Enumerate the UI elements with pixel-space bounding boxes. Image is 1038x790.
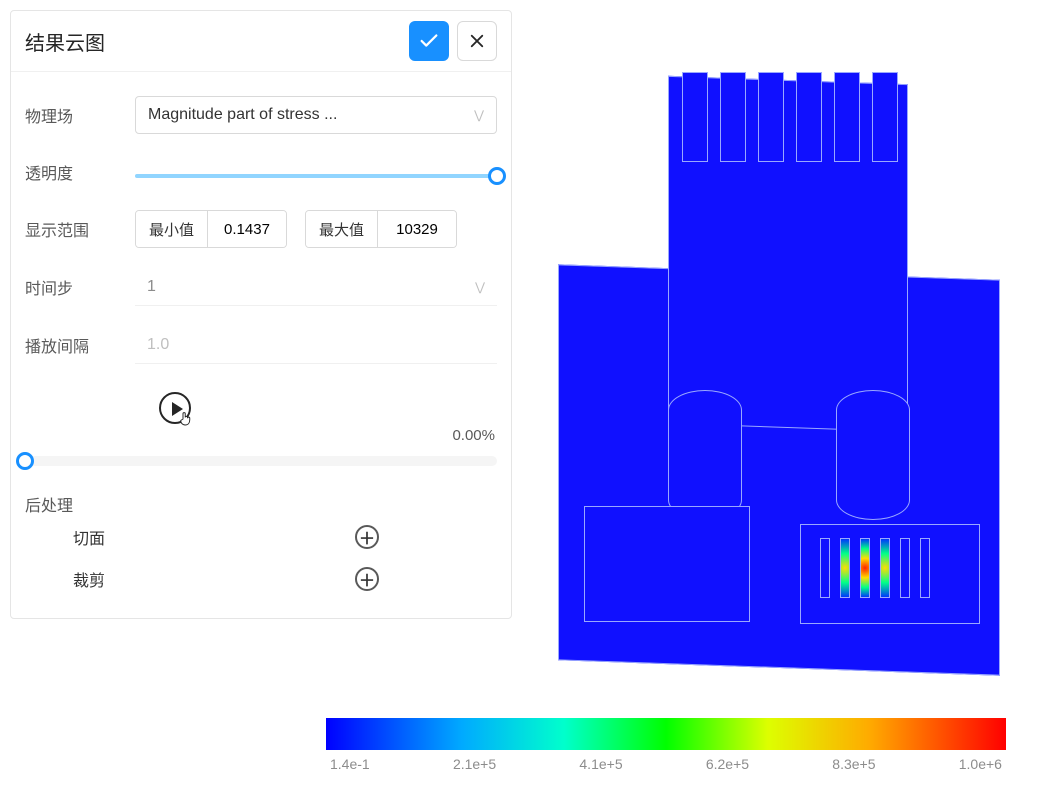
legend-tick: 2.1e+5: [453, 756, 496, 772]
cut-plane-label: 切面: [73, 525, 355, 549]
model-pin-hot: [860, 538, 870, 598]
model-fin: [834, 72, 860, 162]
legend-tick: 8.3e+5: [832, 756, 875, 772]
model-canvas[interactable]: [520, 40, 1038, 660]
model-fin: [872, 72, 898, 162]
play-button[interactable]: [159, 392, 195, 428]
model-block: [584, 506, 750, 622]
min-button[interactable]: 最小值: [136, 211, 208, 247]
color-legend: 1.4e-1 2.1e+5 4.1e+5 6.2e+5 8.3e+5 1.0e+…: [326, 718, 1006, 772]
add-crop-button[interactable]: ＋: [355, 567, 379, 591]
legend-tick: 6.2e+5: [706, 756, 749, 772]
model-pin-hot: [840, 538, 850, 598]
interval-input[interactable]: 1.0: [135, 326, 497, 364]
panel-title: 结果云图: [25, 27, 401, 56]
max-button[interactable]: 最大值: [306, 211, 378, 247]
postprocess-section-title: 后处理: [25, 492, 497, 516]
model-pin-hot: [880, 538, 890, 598]
legend-gradient: [326, 718, 1006, 750]
model-fin: [796, 72, 822, 162]
model-cylinder: [668, 390, 742, 520]
plus-icon: ＋: [359, 567, 375, 591]
timestep-select[interactable]: 1 ⋁: [135, 268, 497, 306]
legend-tick: 4.1e+5: [579, 756, 622, 772]
3d-viewport[interactable]: [520, 0, 1038, 700]
min-input[interactable]: [208, 211, 286, 247]
model-cylinder: [836, 390, 910, 520]
model-pin: [900, 538, 910, 598]
model-fin: [682, 72, 708, 162]
model-fin: [758, 72, 784, 162]
physics-select[interactable]: Magnitude part of stress ... ⋁: [135, 96, 497, 134]
max-input[interactable]: [378, 211, 456, 247]
close-button[interactable]: [457, 21, 497, 61]
chevron-down-icon: ⋁: [474, 108, 484, 122]
panel-body: 物理场 Magnitude part of stress ... ⋁ 透明度 显…: [11, 71, 511, 618]
panel-header: 结果云图: [11, 11, 511, 71]
progress-percent: 0.00%: [452, 427, 495, 444]
timestep-label: 时间步: [25, 275, 135, 299]
model-pin: [820, 538, 830, 598]
interval-row: 播放间隔 1.0: [25, 326, 497, 364]
opacity-slider[interactable]: [135, 174, 497, 178]
model-pin: [920, 538, 930, 598]
legend-tick: 1.0e+6: [959, 756, 1002, 772]
cut-plane-row: 切面 ＋: [25, 516, 497, 558]
crop-row: 裁剪 ＋: [25, 558, 497, 600]
opacity-slider-handle[interactable]: [488, 167, 506, 185]
hand-cursor-icon: [177, 410, 195, 428]
range-row: 显示范围 最小值 最大值: [25, 210, 497, 248]
physics-label: 物理场: [25, 103, 135, 127]
min-group: 最小值: [135, 210, 287, 248]
physics-value: Magnitude part of stress ...: [148, 106, 474, 124]
play-row: 0.00%: [25, 392, 497, 438]
chevron-down-icon: ⋁: [475, 280, 485, 294]
model-fin: [720, 72, 746, 162]
range-label: 显示范围: [25, 217, 135, 241]
crop-label: 裁剪: [73, 567, 355, 591]
interval-value: 1.0: [147, 336, 485, 354]
add-cut-plane-button[interactable]: ＋: [355, 525, 379, 549]
legend-tick: 1.4e-1: [330, 756, 370, 772]
timestep-row: 时间步 1 ⋁: [25, 268, 497, 306]
interval-label: 播放间隔: [25, 333, 135, 357]
result-cloud-panel: 结果云图 物理场 Magnitude part of stress ... ⋁ …: [10, 10, 512, 619]
plus-icon: ＋: [359, 525, 375, 549]
progress-handle[interactable]: [16, 452, 34, 470]
physics-row: 物理场 Magnitude part of stress ... ⋁: [25, 96, 497, 134]
progress-slider[interactable]: [25, 456, 497, 466]
legend-ticks: 1.4e-1 2.1e+5 4.1e+5 6.2e+5 8.3e+5 1.0e+…: [326, 756, 1006, 772]
confirm-button[interactable]: [409, 21, 449, 61]
close-icon: [468, 32, 486, 50]
timestep-value: 1: [147, 278, 475, 296]
opacity-row: 透明度: [25, 154, 497, 190]
max-group: 最大值: [305, 210, 457, 248]
opacity-label: 透明度: [25, 160, 135, 184]
check-icon: [418, 30, 440, 52]
